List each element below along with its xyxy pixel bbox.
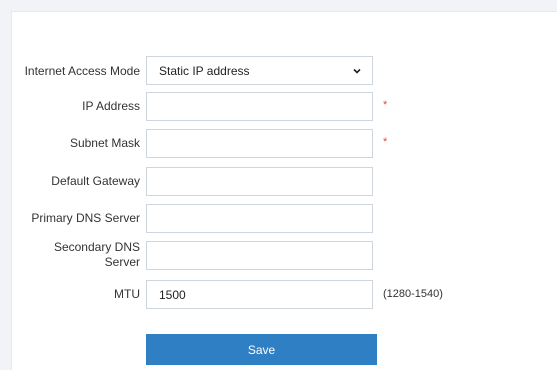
mtu-label: MTU	[114, 287, 140, 301]
ip-address-label: IP Address	[82, 99, 140, 113]
ip-address-input[interactable]	[146, 92, 373, 121]
mtu-range-hint: (1280-1540)	[383, 288, 443, 300]
save-button[interactable]: Save	[146, 334, 377, 365]
internet-access-mode-select[interactable]: Static IP address	[146, 56, 373, 85]
secondary-dns-input[interactable]	[146, 241, 373, 270]
subnet-mask-input[interactable]	[146, 129, 373, 158]
secondary-dns-label-line1: Secondary DNS	[53, 240, 140, 254]
mtu-input[interactable]	[146, 280, 373, 309]
subnet-mask-required-mark: *	[383, 136, 388, 148]
chevron-down-icon	[352, 66, 362, 76]
subnet-mask-label: Subnet Mask	[69, 136, 140, 150]
primary-dns-input[interactable]	[146, 204, 373, 233]
default-gateway-input[interactable]	[146, 167, 373, 196]
internet-access-mode-label: Internet Access Mode	[24, 64, 140, 78]
internet-access-mode-value: Static IP address	[159, 63, 250, 78]
secondary-dns-label: Secondary DNS Server	[54, 240, 140, 270]
primary-dns-label: Primary DNS Server	[31, 211, 140, 225]
ip-address-required-mark: *	[383, 99, 388, 111]
secondary-dns-label-line2: Server	[104, 255, 140, 269]
default-gateway-label: Default Gateway	[51, 174, 140, 188]
